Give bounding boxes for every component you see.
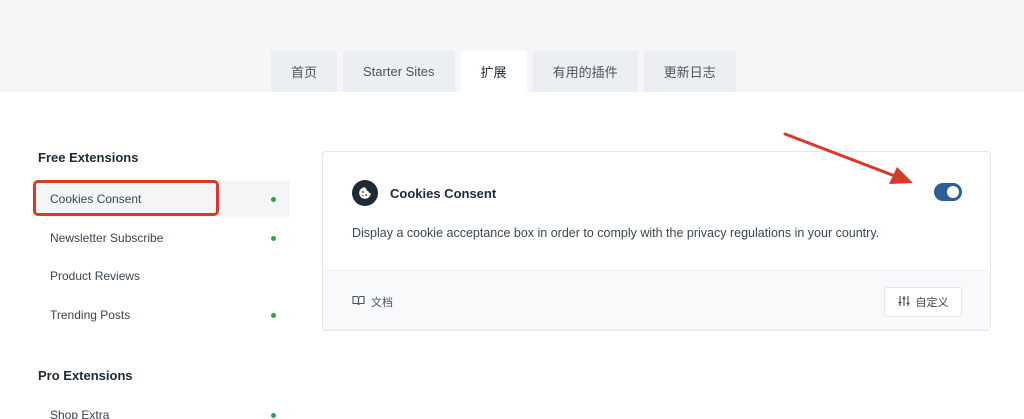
enabled-status-dot [271,236,276,241]
sidebar-item-label: Shop Extra [50,408,110,419]
extension-card: Cookies Consent Display a cookie accepta… [322,151,991,331]
tab-useful-plugins[interactable]: 有用的插件 [532,51,638,92]
card-description: Display a cookie acceptance box in order… [352,226,880,240]
pro-extensions-heading: Pro Extensions [38,368,133,383]
book-icon [352,295,365,309]
sliders-icon [898,295,910,310]
tab-bar: 首页 Starter Sites 扩展 有用的插件 更新日志 [271,51,736,92]
sidebar-item-trending-posts[interactable]: Trending Posts [32,297,290,333]
tab-starter-sites[interactable]: Starter Sites [343,51,455,92]
cookie-icon [352,180,378,206]
sidebar-item-shop-extra[interactable]: Shop Extra [32,397,290,419]
enabled-status-dot [271,197,276,202]
tab-extensions[interactable]: 扩展 [460,51,527,92]
enabled-status-dot [271,313,276,318]
enabled-status-dot [271,413,276,418]
docs-link[interactable]: 文档 [352,294,393,310]
tab-changelog[interactable]: 更新日志 [643,51,736,92]
card-footer: 文档 自定义 [323,270,990,330]
card-title: Cookies Consent [390,185,497,201]
sidebar-item-label: Product Reviews [50,269,141,283]
extension-toggle[interactable] [934,183,962,201]
card-header: Cookies Consent [352,180,496,206]
tab-home[interactable]: 首页 [271,51,338,92]
sidebar-item-product-reviews[interactable]: Product Reviews [32,258,290,294]
sidebar-item-newsletter-subscribe[interactable]: Newsletter Subscribe [32,220,290,256]
customize-button[interactable]: 自定义 [884,287,962,317]
sidebar-item-label: Trending Posts [50,308,131,322]
docs-label: 文档 [371,297,393,309]
toggle-knob [947,186,959,198]
sidebar-item-label: Newsletter Subscribe [50,231,164,245]
annotation-highlight-box [33,180,219,216]
customize-label: 自定义 [915,297,949,309]
free-extensions-heading: Free Extensions [38,150,139,165]
